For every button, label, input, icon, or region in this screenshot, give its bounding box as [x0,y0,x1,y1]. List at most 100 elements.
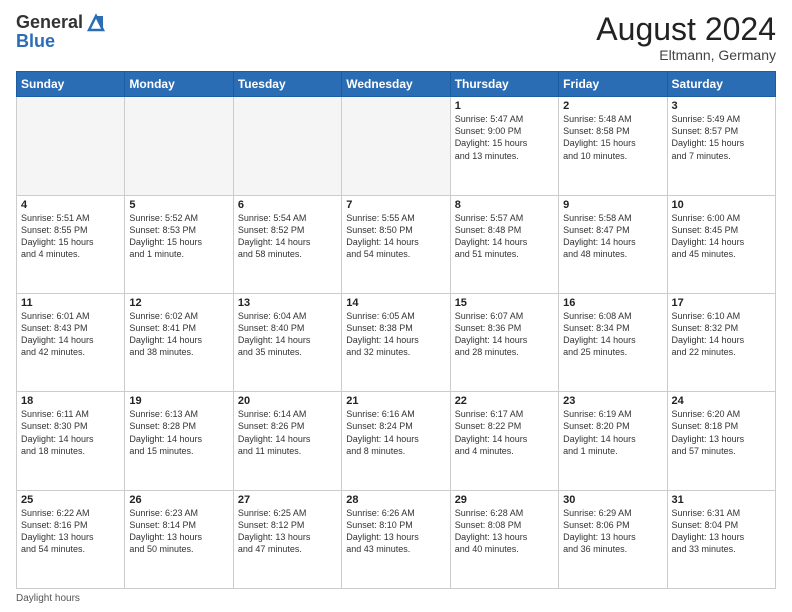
calendar-body: 1Sunrise: 5:47 AM Sunset: 9:00 PM Daylig… [17,97,776,589]
day-header-saturday: Saturday [667,72,775,97]
day-header-wednesday: Wednesday [342,72,450,97]
day-header-friday: Friday [559,72,667,97]
calendar-cell: 12Sunrise: 6:02 AM Sunset: 8:41 PM Dayli… [125,293,233,391]
cell-sun-info: Sunrise: 5:52 AM Sunset: 8:53 PM Dayligh… [129,212,228,261]
date-number: 8 [455,199,554,211]
week-row-1: 1Sunrise: 5:47 AM Sunset: 9:00 PM Daylig… [17,97,776,195]
calendar-cell: 22Sunrise: 6:17 AM Sunset: 8:22 PM Dayli… [450,392,558,490]
date-number: 2 [563,100,662,112]
cell-sun-info: Sunrise: 6:02 AM Sunset: 8:41 PM Dayligh… [129,310,228,359]
calendar-cell [125,97,233,195]
day-header-sunday: Sunday [17,72,125,97]
day-header-tuesday: Tuesday [233,72,341,97]
calendar-cell: 8Sunrise: 5:57 AM Sunset: 8:48 PM Daylig… [450,195,558,293]
date-number: 12 [129,297,228,309]
date-number: 27 [238,494,337,506]
cell-sun-info: Sunrise: 5:57 AM Sunset: 8:48 PM Dayligh… [455,212,554,261]
cell-sun-info: Sunrise: 6:13 AM Sunset: 8:28 PM Dayligh… [129,408,228,457]
cell-sun-info: Sunrise: 5:48 AM Sunset: 8:58 PM Dayligh… [563,113,662,162]
date-number: 24 [672,395,771,407]
cell-sun-info: Sunrise: 5:47 AM Sunset: 9:00 PM Dayligh… [455,113,554,162]
header: General Blue August 2024 Eltmann, German… [16,12,776,63]
calendar-cell: 25Sunrise: 6:22 AM Sunset: 8:16 PM Dayli… [17,490,125,588]
date-number: 3 [672,100,771,112]
cell-sun-info: Sunrise: 6:23 AM Sunset: 8:14 PM Dayligh… [129,507,228,556]
calendar-cell: 28Sunrise: 6:26 AM Sunset: 8:10 PM Dayli… [342,490,450,588]
calendar-cell: 7Sunrise: 5:55 AM Sunset: 8:50 PM Daylig… [342,195,450,293]
cell-sun-info: Sunrise: 6:22 AM Sunset: 8:16 PM Dayligh… [21,507,120,556]
cell-sun-info: Sunrise: 6:20 AM Sunset: 8:18 PM Dayligh… [672,408,771,457]
calendar-cell: 19Sunrise: 6:13 AM Sunset: 8:28 PM Dayli… [125,392,233,490]
calendar-cell: 21Sunrise: 6:16 AM Sunset: 8:24 PM Dayli… [342,392,450,490]
calendar-cell: 11Sunrise: 6:01 AM Sunset: 8:43 PM Dayli… [17,293,125,391]
calendar-cell: 27Sunrise: 6:25 AM Sunset: 8:12 PM Dayli… [233,490,341,588]
date-number: 22 [455,395,554,407]
cell-sun-info: Sunrise: 6:25 AM Sunset: 8:12 PM Dayligh… [238,507,337,556]
date-number: 16 [563,297,662,309]
week-row-2: 4Sunrise: 5:51 AM Sunset: 8:55 PM Daylig… [17,195,776,293]
calendar-cell: 10Sunrise: 6:00 AM Sunset: 8:45 PM Dayli… [667,195,775,293]
calendar-cell: 1Sunrise: 5:47 AM Sunset: 9:00 PM Daylig… [450,97,558,195]
date-number: 30 [563,494,662,506]
calendar-cell: 18Sunrise: 6:11 AM Sunset: 8:30 PM Dayli… [17,392,125,490]
calendar-cell: 30Sunrise: 6:29 AM Sunset: 8:06 PM Dayli… [559,490,667,588]
cell-sun-info: Sunrise: 5:54 AM Sunset: 8:52 PM Dayligh… [238,212,337,261]
calendar: SundayMondayTuesdayWednesdayThursdayFrid… [16,71,776,589]
date-number: 7 [346,199,445,211]
calendar-cell: 9Sunrise: 5:58 AM Sunset: 8:47 PM Daylig… [559,195,667,293]
logo-blue-text: Blue [16,31,107,52]
cell-sun-info: Sunrise: 6:11 AM Sunset: 8:30 PM Dayligh… [21,408,120,457]
date-number: 28 [346,494,445,506]
date-number: 11 [21,297,120,309]
cell-sun-info: Sunrise: 6:08 AM Sunset: 8:34 PM Dayligh… [563,310,662,359]
week-row-4: 18Sunrise: 6:11 AM Sunset: 8:30 PM Dayli… [17,392,776,490]
calendar-cell: 14Sunrise: 6:05 AM Sunset: 8:38 PM Dayli… [342,293,450,391]
cell-sun-info: Sunrise: 6:16 AM Sunset: 8:24 PM Dayligh… [346,408,445,457]
date-number: 26 [129,494,228,506]
cell-sun-info: Sunrise: 6:04 AM Sunset: 8:40 PM Dayligh… [238,310,337,359]
cell-sun-info: Sunrise: 6:19 AM Sunset: 8:20 PM Dayligh… [563,408,662,457]
date-number: 9 [563,199,662,211]
date-number: 4 [21,199,120,211]
calendar-cell: 24Sunrise: 6:20 AM Sunset: 8:18 PM Dayli… [667,392,775,490]
calendar-cell: 29Sunrise: 6:28 AM Sunset: 8:08 PM Dayli… [450,490,558,588]
calendar-cell: 6Sunrise: 5:54 AM Sunset: 8:52 PM Daylig… [233,195,341,293]
footer-note: Daylight hours [16,593,776,604]
calendar-table: SundayMondayTuesdayWednesdayThursdayFrid… [16,71,776,589]
date-number: 14 [346,297,445,309]
logo: General Blue [16,12,107,52]
date-number: 25 [21,494,120,506]
calendar-cell: 13Sunrise: 6:04 AM Sunset: 8:40 PM Dayli… [233,293,341,391]
calendar-cell: 2Sunrise: 5:48 AM Sunset: 8:58 PM Daylig… [559,97,667,195]
calendar-cell: 4Sunrise: 5:51 AM Sunset: 8:55 PM Daylig… [17,195,125,293]
cell-sun-info: Sunrise: 6:28 AM Sunset: 8:08 PM Dayligh… [455,507,554,556]
month-year: August 2024 [596,12,776,47]
cell-sun-info: Sunrise: 6:14 AM Sunset: 8:26 PM Dayligh… [238,408,337,457]
calendar-cell: 20Sunrise: 6:14 AM Sunset: 8:26 PM Dayli… [233,392,341,490]
date-number: 19 [129,395,228,407]
date-number: 6 [238,199,337,211]
cell-sun-info: Sunrise: 6:17 AM Sunset: 8:22 PM Dayligh… [455,408,554,457]
date-number: 31 [672,494,771,506]
calendar-cell: 5Sunrise: 5:52 AM Sunset: 8:53 PM Daylig… [125,195,233,293]
cell-sun-info: Sunrise: 6:10 AM Sunset: 8:32 PM Dayligh… [672,310,771,359]
date-number: 17 [672,297,771,309]
page: General Blue August 2024 Eltmann, German… [0,0,792,612]
title-block: August 2024 Eltmann, Germany [596,12,776,63]
date-number: 23 [563,395,662,407]
date-number: 29 [455,494,554,506]
week-row-5: 25Sunrise: 6:22 AM Sunset: 8:16 PM Dayli… [17,490,776,588]
calendar-cell: 23Sunrise: 6:19 AM Sunset: 8:20 PM Dayli… [559,392,667,490]
date-number: 15 [455,297,554,309]
cell-sun-info: Sunrise: 6:07 AM Sunset: 8:36 PM Dayligh… [455,310,554,359]
date-number: 18 [21,395,120,407]
day-header-thursday: Thursday [450,72,558,97]
cell-sun-info: Sunrise: 5:58 AM Sunset: 8:47 PM Dayligh… [563,212,662,261]
date-number: 20 [238,395,337,407]
logo-icon [85,12,107,32]
cell-sun-info: Sunrise: 5:55 AM Sunset: 8:50 PM Dayligh… [346,212,445,261]
calendar-cell [342,97,450,195]
calendar-cell [233,97,341,195]
calendar-cell: 17Sunrise: 6:10 AM Sunset: 8:32 PM Dayli… [667,293,775,391]
calendar-cell: 15Sunrise: 6:07 AM Sunset: 8:36 PM Dayli… [450,293,558,391]
